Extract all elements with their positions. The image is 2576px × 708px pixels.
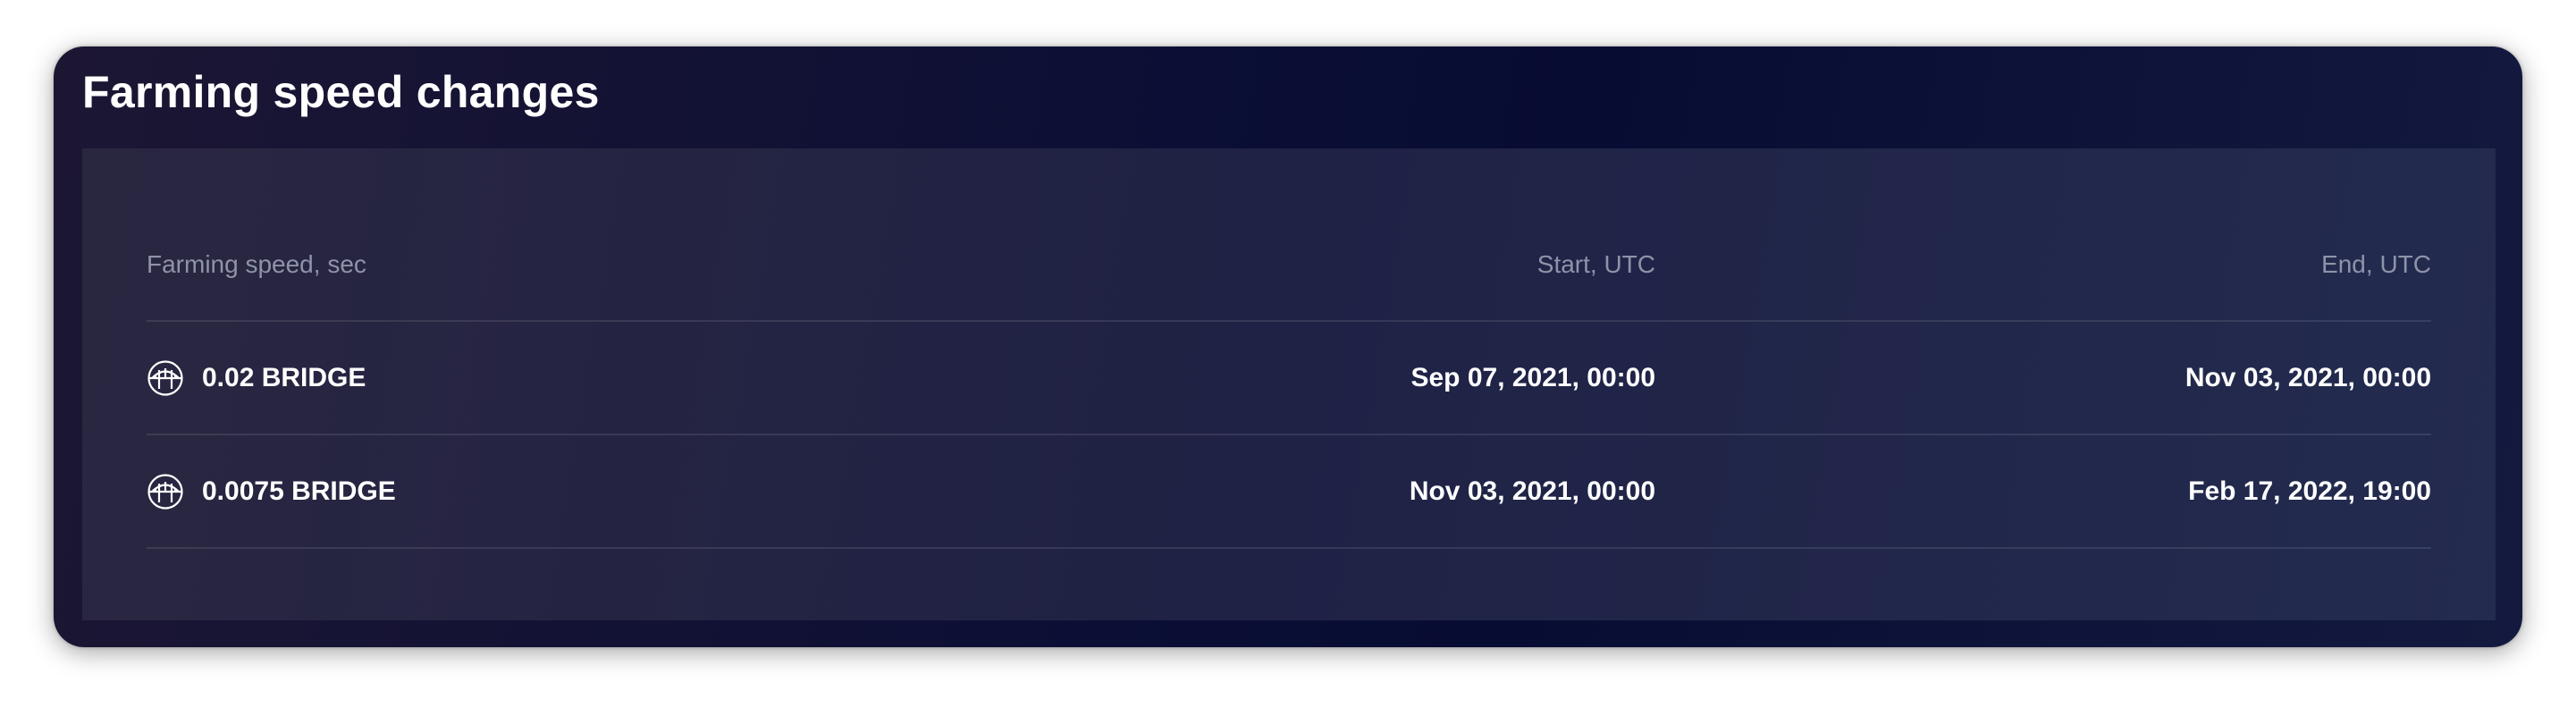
end-date-cell: Feb 17, 2022, 19:00 xyxy=(2188,476,2431,506)
start-date-cell: Sep 07, 2021, 00:00 xyxy=(1410,362,1655,392)
speed-value: 0.02 BRIDGE xyxy=(202,362,366,392)
farming-speed-table: Farming speed, sec Start, UTC End, UTC 0… xyxy=(147,220,2431,549)
column-header-end: End, UTC xyxy=(2321,250,2431,278)
column-header-start: Start, UTC xyxy=(1536,250,1655,278)
speed-cell: 0.0075 BRIDGE xyxy=(147,435,396,547)
speed-value: 0.0075 BRIDGE xyxy=(202,476,396,506)
table-header-row: Farming speed, sec Start, UTC End, UTC xyxy=(147,220,2431,322)
column-header-speed: Farming speed, sec xyxy=(147,250,366,278)
table-row: 0.0075 BRIDGE Nov 03, 2021, 00:00 Feb 17… xyxy=(147,435,2431,549)
card-title: Farming speed changes xyxy=(82,67,600,117)
speed-cell: 0.02 BRIDGE xyxy=(147,322,366,434)
farming-speed-table-panel: Farming speed, sec Start, UTC End, UTC 0… xyxy=(82,148,2496,620)
bridge-token-icon xyxy=(147,473,184,510)
end-date-cell: Nov 03, 2021, 00:00 xyxy=(2185,362,2431,392)
start-date-cell: Nov 03, 2021, 00:00 xyxy=(1409,476,1655,506)
farming-speed-card: Farming speed changes Farming speed, sec… xyxy=(54,46,2522,647)
table-row: 0.02 BRIDGE Sep 07, 2021, 00:00 Nov 03, … xyxy=(147,322,2431,435)
bridge-token-icon xyxy=(147,359,184,397)
